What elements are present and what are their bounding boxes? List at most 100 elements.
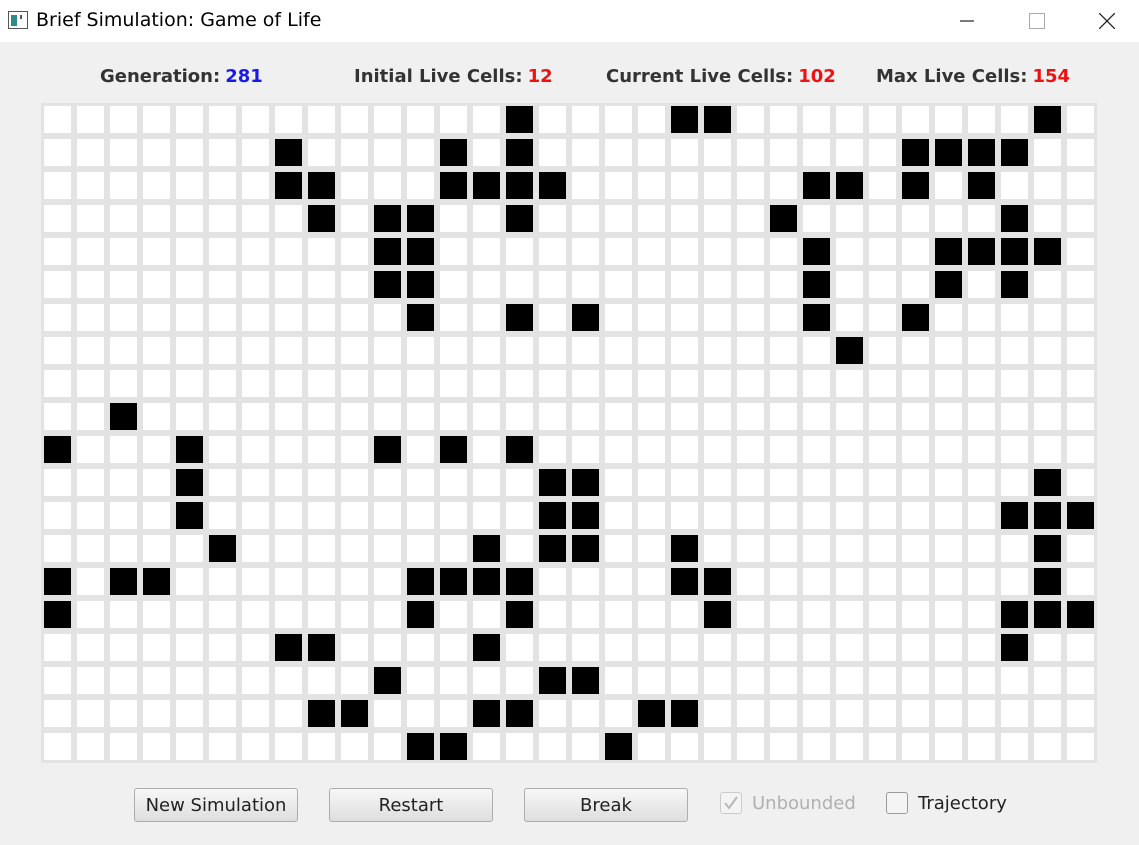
- dead-cell[interactable]: [836, 502, 863, 529]
- dead-cell[interactable]: [44, 634, 71, 661]
- dead-cell[interactable]: [506, 469, 533, 496]
- dead-cell[interactable]: [440, 337, 467, 364]
- live-cell[interactable]: [176, 436, 203, 463]
- dead-cell[interactable]: [110, 271, 137, 298]
- live-cell[interactable]: [308, 172, 335, 199]
- dead-cell[interactable]: [638, 271, 665, 298]
- dead-cell[interactable]: [143, 403, 170, 430]
- dead-cell[interactable]: [737, 733, 764, 760]
- dead-cell[interactable]: [638, 535, 665, 562]
- dead-cell[interactable]: [770, 502, 797, 529]
- dead-cell[interactable]: [308, 568, 335, 595]
- dead-cell[interactable]: [605, 172, 632, 199]
- dead-cell[interactable]: [935, 733, 962, 760]
- dead-cell[interactable]: [968, 568, 995, 595]
- dead-cell[interactable]: [935, 205, 962, 232]
- dead-cell[interactable]: [869, 601, 896, 628]
- live-cell[interactable]: [275, 634, 302, 661]
- dead-cell[interactable]: [704, 205, 731, 232]
- dead-cell[interactable]: [176, 535, 203, 562]
- dead-cell[interactable]: [110, 733, 137, 760]
- live-cell[interactable]: [572, 667, 599, 694]
- dead-cell[interactable]: [1067, 733, 1094, 760]
- dead-cell[interactable]: [803, 634, 830, 661]
- dead-cell[interactable]: [803, 502, 830, 529]
- dead-cell[interactable]: [638, 436, 665, 463]
- dead-cell[interactable]: [1001, 172, 1028, 199]
- dead-cell[interactable]: [176, 106, 203, 133]
- dead-cell[interactable]: [572, 568, 599, 595]
- dead-cell[interactable]: [1067, 304, 1094, 331]
- dead-cell[interactable]: [869, 568, 896, 595]
- live-cell[interactable]: [671, 700, 698, 727]
- live-cell[interactable]: [1034, 238, 1061, 265]
- dead-cell[interactable]: [770, 634, 797, 661]
- dead-cell[interactable]: [539, 568, 566, 595]
- dead-cell[interactable]: [143, 370, 170, 397]
- dead-cell[interactable]: [374, 139, 401, 166]
- dead-cell[interactable]: [605, 271, 632, 298]
- dead-cell[interactable]: [44, 304, 71, 331]
- dead-cell[interactable]: [44, 700, 71, 727]
- dead-cell[interactable]: [968, 271, 995, 298]
- dead-cell[interactable]: [803, 733, 830, 760]
- dead-cell[interactable]: [473, 271, 500, 298]
- dead-cell[interactable]: [1034, 634, 1061, 661]
- dead-cell[interactable]: [341, 304, 368, 331]
- dead-cell[interactable]: [440, 469, 467, 496]
- dead-cell[interactable]: [110, 634, 137, 661]
- live-cell[interactable]: [440, 436, 467, 463]
- dead-cell[interactable]: [473, 601, 500, 628]
- dead-cell[interactable]: [803, 700, 830, 727]
- dead-cell[interactable]: [572, 403, 599, 430]
- dead-cell[interactable]: [902, 667, 929, 694]
- dead-cell[interactable]: [143, 139, 170, 166]
- dead-cell[interactable]: [572, 733, 599, 760]
- dead-cell[interactable]: [407, 535, 434, 562]
- dead-cell[interactable]: [737, 667, 764, 694]
- live-cell[interactable]: [1001, 238, 1028, 265]
- dead-cell[interactable]: [902, 337, 929, 364]
- dead-cell[interactable]: [242, 502, 269, 529]
- dead-cell[interactable]: [671, 205, 698, 232]
- live-cell[interactable]: [572, 469, 599, 496]
- dead-cell[interactable]: [242, 667, 269, 694]
- dead-cell[interactable]: [341, 172, 368, 199]
- dead-cell[interactable]: [110, 205, 137, 232]
- dead-cell[interactable]: [308, 271, 335, 298]
- dead-cell[interactable]: [275, 436, 302, 463]
- dead-cell[interactable]: [473, 106, 500, 133]
- live-cell[interactable]: [308, 205, 335, 232]
- dead-cell[interactable]: [770, 568, 797, 595]
- dead-cell[interactable]: [1001, 469, 1028, 496]
- dead-cell[interactable]: [341, 238, 368, 265]
- dead-cell[interactable]: [143, 304, 170, 331]
- dead-cell[interactable]: [275, 601, 302, 628]
- live-cell[interactable]: [407, 271, 434, 298]
- dead-cell[interactable]: [638, 238, 665, 265]
- dead-cell[interactable]: [143, 106, 170, 133]
- dead-cell[interactable]: [341, 205, 368, 232]
- live-cell[interactable]: [572, 502, 599, 529]
- live-cell[interactable]: [803, 304, 830, 331]
- life-grid[interactable]: [41, 103, 1097, 763]
- dead-cell[interactable]: [341, 733, 368, 760]
- dead-cell[interactable]: [539, 700, 566, 727]
- dead-cell[interactable]: [275, 568, 302, 595]
- dead-cell[interactable]: [506, 238, 533, 265]
- new-simulation-button[interactable]: New Simulation: [134, 788, 298, 822]
- dead-cell[interactable]: [605, 337, 632, 364]
- live-cell[interactable]: [308, 700, 335, 727]
- dead-cell[interactable]: [539, 205, 566, 232]
- dead-cell[interactable]: [968, 601, 995, 628]
- dead-cell[interactable]: [737, 370, 764, 397]
- dead-cell[interactable]: [308, 436, 335, 463]
- dead-cell[interactable]: [308, 469, 335, 496]
- dead-cell[interactable]: [1034, 271, 1061, 298]
- live-cell[interactable]: [341, 700, 368, 727]
- dead-cell[interactable]: [671, 337, 698, 364]
- dead-cell[interactable]: [506, 733, 533, 760]
- dead-cell[interactable]: [242, 205, 269, 232]
- dead-cell[interactable]: [902, 634, 929, 661]
- dead-cell[interactable]: [605, 304, 632, 331]
